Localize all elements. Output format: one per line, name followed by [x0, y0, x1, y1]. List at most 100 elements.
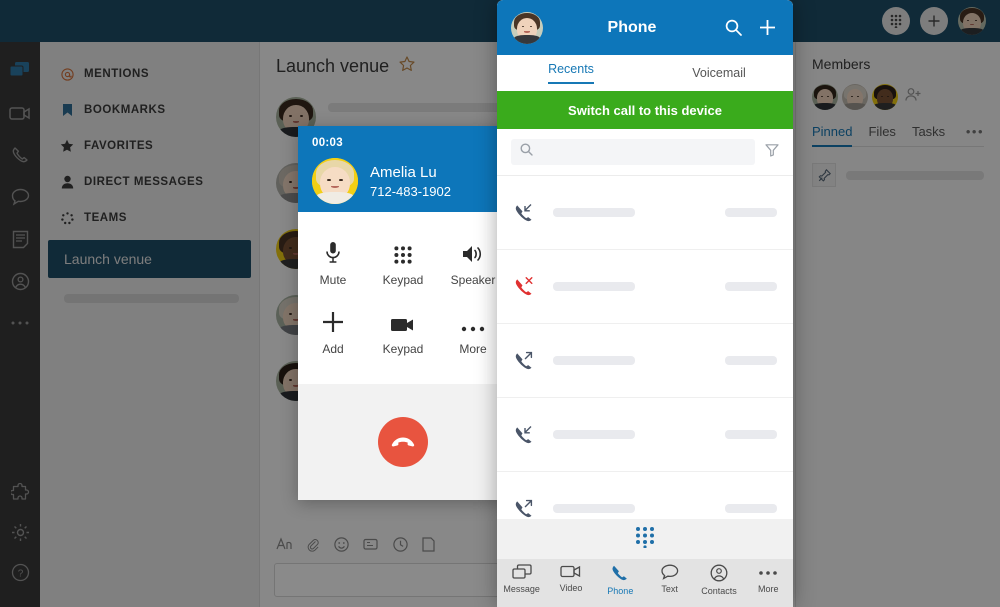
tab-tasks[interactable]: Tasks — [912, 124, 945, 139]
tab-recents[interactable]: Recents — [497, 55, 645, 91]
avatar[interactable] — [958, 7, 986, 35]
list-item[interactable] — [497, 324, 793, 398]
member-avatar-list — [812, 84, 984, 110]
nav-contacts[interactable]: Contacts — [694, 564, 743, 596]
contacts-icon[interactable] — [7, 268, 33, 294]
plus-icon[interactable] — [755, 19, 779, 36]
avatar[interactable] — [511, 11, 543, 44]
filter-funnel-icon[interactable] — [765, 143, 779, 162]
emoji-icon[interactable] — [334, 537, 349, 557]
caller-number: 712-483-1902 — [370, 183, 451, 199]
call-button-grid: Mute Keypad Speaker Add Keypad More — [298, 240, 508, 356]
caller-placeholder — [553, 208, 709, 217]
microphone-icon — [326, 240, 340, 264]
search-field[interactable] — [540, 145, 746, 159]
apps-puzzle-icon[interactable] — [7, 479, 33, 505]
svg-text:?: ? — [17, 568, 23, 579]
nav-label: Video — [559, 583, 583, 593]
sidebar-item-favorites[interactable]: FAVORITES — [40, 128, 259, 164]
format-text-icon[interactable] — [276, 537, 292, 557]
caller-placeholder — [553, 504, 709, 513]
sidebar-item-bookmarks[interactable]: BOOKMARKS — [40, 92, 259, 128]
schedule-icon[interactable] — [393, 537, 408, 557]
video-icon[interactable] — [7, 100, 33, 126]
list-item[interactable] — [497, 472, 793, 519]
dialpad-icon — [394, 240, 412, 264]
recents-search-row — [497, 129, 793, 176]
dialpad-icon[interactable] — [882, 7, 910, 35]
call-outgoing-icon — [513, 498, 537, 520]
switch-call-banner[interactable]: Switch call to this device — [497, 91, 793, 129]
tasks-icon[interactable] — [7, 226, 33, 252]
add-person-icon[interactable] — [905, 87, 922, 107]
call-timer: 00:03 — [312, 137, 343, 149]
dialpad-launcher[interactable] — [497, 519, 793, 559]
add-call-button[interactable]: Add — [298, 309, 368, 356]
nav-label: Contacts — [701, 586, 737, 596]
tab-label: Files — [868, 124, 896, 139]
call-incoming-icon — [513, 202, 537, 224]
hangup-button[interactable] — [378, 417, 428, 467]
rail-bottom-group: ? — [0, 479, 40, 599]
list-item[interactable] — [497, 398, 793, 472]
tab-label: Pinned — [812, 124, 853, 139]
mute-button[interactable]: Mute — [298, 240, 368, 287]
search-icon — [520, 143, 533, 161]
attach-icon[interactable] — [306, 537, 320, 557]
text-bubble-icon[interactable] — [7, 184, 33, 210]
call-incoming-icon — [513, 424, 537, 446]
gif-icon[interactable] — [363, 537, 379, 557]
phone-panel-header: Phone — [497, 0, 793, 55]
gear-icon[interactable] — [7, 519, 33, 545]
dialpad-icon — [635, 526, 655, 553]
avatar[interactable] — [812, 84, 838, 110]
more-icon[interactable] — [7, 310, 33, 336]
message-icon[interactable] — [7, 58, 33, 84]
right-panel: Members Pinned Files Tasks ••• — [795, 42, 1000, 607]
video-camera-icon — [391, 309, 415, 333]
star-outline-icon[interactable] — [399, 56, 415, 77]
sidebar-item-mentions[interactable]: MENTIONS — [40, 56, 259, 92]
list-item[interactable] — [497, 176, 793, 250]
call-button-label: Speaker — [450, 273, 496, 287]
call-button-label: More — [459, 342, 487, 356]
nav-phone[interactable]: Phone — [596, 564, 645, 596]
file-icon[interactable] — [422, 537, 435, 557]
help-icon[interactable]: ? — [7, 559, 33, 585]
search-icon[interactable] — [721, 19, 745, 36]
tab-files[interactable]: Files — [868, 124, 895, 139]
nav-more[interactable]: More — [744, 564, 793, 594]
tab-voicemail[interactable]: Voicemail — [645, 55, 793, 91]
sidebar-item-launch-venue[interactable]: Launch venue — [48, 240, 251, 278]
list-item[interactable] — [497, 250, 793, 324]
right-panel-overflow-icon[interactable]: ••• — [966, 124, 984, 139]
sidebar-placeholder-row — [64, 294, 239, 303]
caller-placeholder — [553, 356, 709, 365]
call-button-label: Add — [322, 342, 344, 356]
caller-info: Amelia Lu 712-483-1902 — [312, 158, 494, 204]
nav-video[interactable]: Video — [546, 564, 595, 593]
more-dots-icon — [461, 309, 485, 333]
search-input[interactable] — [511, 139, 755, 165]
avatar[interactable] — [842, 84, 868, 110]
person-icon — [60, 175, 74, 189]
call-dialog-header: 00:03 Amelia Lu 712-483-1902 — [298, 126, 508, 212]
keypad-button[interactable]: Keypad — [368, 240, 438, 287]
plus-icon[interactable] — [920, 7, 948, 35]
sidebar-item-direct-messages[interactable]: DIRECT MESSAGES — [40, 164, 259, 200]
hangup-icon — [391, 437, 415, 447]
sidebar-item-label: FAVORITES — [84, 140, 154, 152]
call-controls: Mute Keypad Speaker Add Keypad More — [298, 212, 508, 384]
video-keypad-button[interactable]: Keypad — [368, 309, 438, 356]
sidebar-item-teams[interactable]: TEAMS — [40, 200, 259, 236]
pin-icon — [812, 163, 836, 187]
left-icon-rail: ? — [0, 42, 40, 607]
caller-placeholder — [553, 282, 709, 291]
nav-text[interactable]: Text — [645, 564, 694, 594]
tab-pinned[interactable]: Pinned — [812, 124, 853, 147]
phone-icon[interactable] — [7, 142, 33, 168]
avatar[interactable] — [872, 84, 898, 110]
pinned-item[interactable] — [812, 163, 984, 187]
nav-message[interactable]: Message — [497, 564, 546, 594]
members-title: Members — [812, 56, 871, 72]
